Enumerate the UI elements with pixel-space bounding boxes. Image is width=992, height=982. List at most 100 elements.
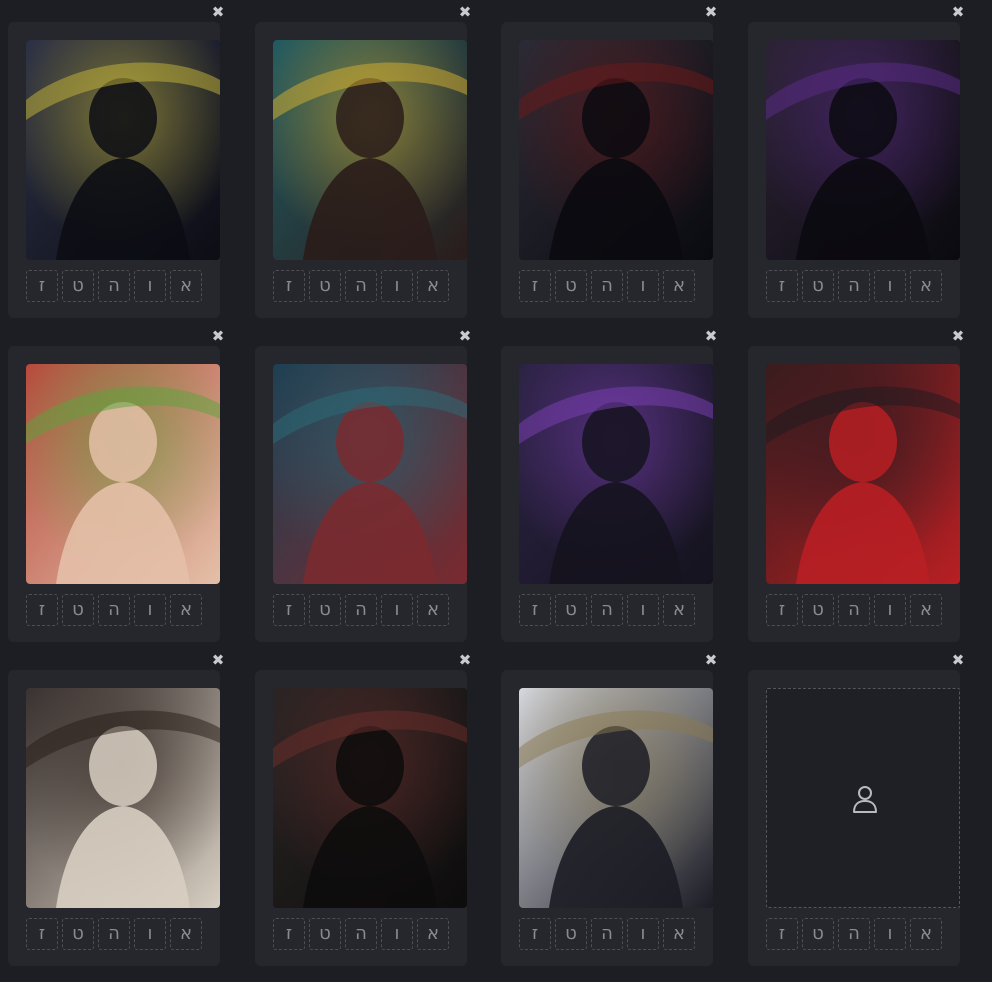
character-portrait[interactable] [273, 364, 467, 584]
letter-button[interactable]: ט [555, 594, 587, 626]
letter-button-row: זטהוא [519, 918, 699, 950]
letter-button[interactable]: ה [98, 594, 130, 626]
close-icon[interactable]: ✖ [457, 328, 473, 344]
letter-button[interactable]: ו [134, 594, 166, 626]
letter-button[interactable]: א [663, 594, 695, 626]
letter-button[interactable]: ט [309, 918, 341, 950]
character-portrait[interactable] [766, 364, 960, 584]
person-icon [853, 786, 877, 813]
letter-button[interactable]: ה [591, 918, 623, 950]
letter-button[interactable]: ז [26, 594, 58, 626]
portrait-image [26, 364, 220, 584]
letter-button[interactable]: ה [838, 918, 870, 950]
letter-button[interactable]: ו [874, 918, 906, 950]
letter-button[interactable]: א [417, 594, 449, 626]
empty-portrait-slot[interactable] [766, 688, 960, 908]
letter-button[interactable]: ט [802, 594, 834, 626]
character-card: ✖ ז ט ה ו א [748, 652, 964, 966]
character-card: ✖ ז ט ה ו א [501, 652, 717, 966]
letter-button[interactable]: א [663, 270, 695, 302]
letter-button[interactable]: ט [802, 918, 834, 950]
character-portrait[interactable] [26, 688, 220, 908]
close-icon[interactable]: ✖ [950, 4, 966, 20]
letter-button[interactable]: ז [26, 270, 58, 302]
letter-button[interactable]: ז [766, 918, 798, 950]
character-portrait[interactable] [766, 40, 960, 260]
close-icon[interactable]: ✖ [210, 4, 226, 20]
letter-button[interactable]: ו [381, 270, 413, 302]
close-icon[interactable]: ✖ [210, 652, 226, 668]
letter-button-row: זטהוא [26, 918, 206, 950]
portrait-image [519, 688, 713, 908]
letter-button[interactable]: ט [62, 594, 94, 626]
letter-button-row: זטהוא [273, 270, 453, 302]
letter-button[interactable]: ו [874, 594, 906, 626]
portrait-image [766, 40, 960, 260]
letter-button[interactable]: ז [273, 594, 305, 626]
letter-button[interactable]: ו [381, 918, 413, 950]
letter-button[interactable]: ז [273, 270, 305, 302]
character-card: ✖ ז ט ה ו א [255, 4, 471, 318]
letter-button[interactable]: א [417, 918, 449, 950]
character-card-grid: ✖ ז ט ה ו א ✖ ז ט ה ו א ✖ ז ט ה ו א ✖ ז ט ה ו א ✖ ז ט ה ו א ✖ ז ט ה ו א ✖ ז ט ה… [0, 0, 992, 982]
letter-button[interactable]: ט [309, 594, 341, 626]
letter-button[interactable]: ט [555, 270, 587, 302]
letter-button[interactable]: ט [802, 270, 834, 302]
close-icon[interactable]: ✖ [950, 328, 966, 344]
letter-button[interactable]: ה [345, 918, 377, 950]
letter-button-row: זטהוא [766, 594, 946, 626]
letter-button[interactable]: א [910, 594, 942, 626]
letter-button[interactable]: ה [838, 594, 870, 626]
character-portrait[interactable] [519, 40, 713, 260]
close-icon[interactable]: ✖ [950, 652, 966, 668]
close-icon[interactable]: ✖ [457, 652, 473, 668]
close-icon[interactable]: ✖ [457, 4, 473, 20]
character-portrait[interactable] [26, 40, 220, 260]
letter-button[interactable]: ה [98, 918, 130, 950]
character-portrait[interactable] [519, 364, 713, 584]
letter-button[interactable]: ו [134, 918, 166, 950]
letter-button[interactable]: ה [838, 270, 870, 302]
character-portrait[interactable] [273, 40, 467, 260]
letter-button[interactable]: ה [98, 270, 130, 302]
character-portrait[interactable] [519, 688, 713, 908]
character-card: ✖ ז ט ה ו א [501, 4, 717, 318]
close-icon[interactable]: ✖ [703, 4, 719, 20]
letter-button-row: זטהוא [519, 594, 699, 626]
letter-button[interactable]: ה [345, 594, 377, 626]
letter-button[interactable]: ו [627, 270, 659, 302]
character-card: ✖ ז ט ה ו א [255, 328, 471, 642]
letter-button[interactable]: ו [627, 594, 659, 626]
letter-button[interactable]: ה [345, 270, 377, 302]
letter-button[interactable]: א [910, 270, 942, 302]
letter-button[interactable]: ז [519, 594, 551, 626]
letter-button[interactable]: א [170, 594, 202, 626]
letter-button[interactable]: ט [309, 270, 341, 302]
letter-button[interactable]: ה [591, 594, 623, 626]
letter-button[interactable]: ט [62, 270, 94, 302]
letter-button[interactable]: א [170, 270, 202, 302]
letter-button[interactable]: ז [766, 594, 798, 626]
letter-button[interactable]: ז [273, 918, 305, 950]
letter-button[interactable]: ז [766, 270, 798, 302]
letter-button[interactable]: ט [555, 918, 587, 950]
letter-button[interactable]: ז [519, 270, 551, 302]
character-portrait[interactable] [26, 364, 220, 584]
letter-button[interactable]: ז [519, 918, 551, 950]
letter-button[interactable]: ז [26, 918, 58, 950]
letter-button[interactable]: א [417, 270, 449, 302]
letter-button[interactable]: א [663, 918, 695, 950]
close-icon[interactable]: ✖ [703, 652, 719, 668]
close-icon[interactable]: ✖ [703, 328, 719, 344]
letter-button[interactable]: ה [591, 270, 623, 302]
letter-button-row: זטהוא [273, 918, 453, 950]
letter-button[interactable]: ו [627, 918, 659, 950]
letter-button[interactable]: ו [381, 594, 413, 626]
close-icon[interactable]: ✖ [210, 328, 226, 344]
letter-button[interactable]: א [170, 918, 202, 950]
letter-button[interactable]: ו [134, 270, 166, 302]
letter-button[interactable]: א [910, 918, 942, 950]
character-portrait[interactable] [273, 688, 467, 908]
letter-button[interactable]: ט [62, 918, 94, 950]
letter-button[interactable]: ו [874, 270, 906, 302]
